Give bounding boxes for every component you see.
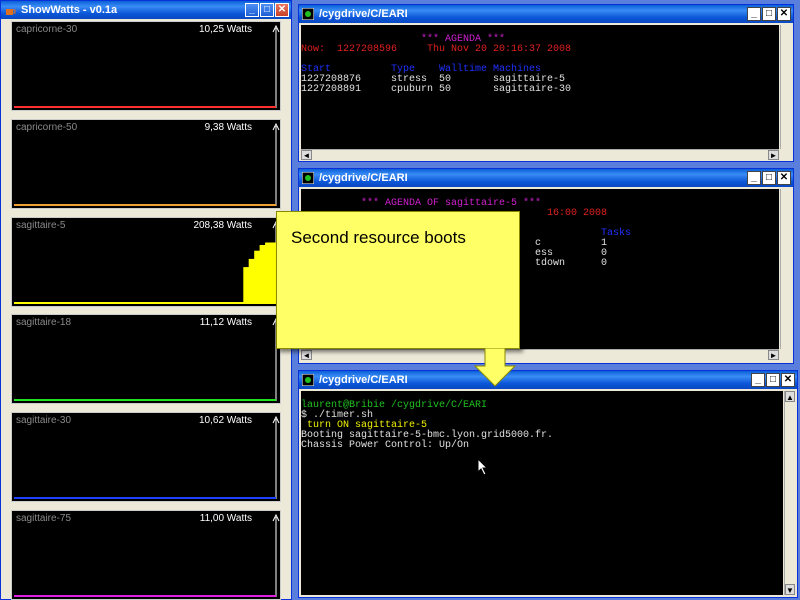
desktop: ShowWatts - v0.1a _ □ ✕ capricorne-30 10,… bbox=[0, 0, 800, 600]
showwatts-window: ShowWatts - v0.1a _ □ ✕ capricorne-30 10,… bbox=[0, 0, 292, 600]
power-bar bbox=[265, 242, 272, 304]
watt-panel-capricorne-50: capricorne-50 9,38 Watts bbox=[11, 119, 281, 209]
terminal-1-output[interactable]: *** AGENDA *** Now: 1227208596 Thu Nov 20… bbox=[301, 25, 779, 149]
java-cup-icon bbox=[6, 9, 16, 15]
watt-graph bbox=[14, 24, 280, 108]
power-bar bbox=[259, 245, 266, 304]
minimize-button[interactable]: _ bbox=[747, 7, 761, 21]
watt-reading: 11,00 Watts bbox=[199, 513, 252, 524]
callout-text: Second resource boots bbox=[291, 228, 466, 247]
terminal-line: laurent@Bribie /cygdrive/C/EARI bbox=[301, 400, 488, 411]
machine-name: sagittaire-18 bbox=[16, 317, 72, 328]
scroll-up-icon[interactable]: ▲ bbox=[785, 391, 795, 402]
watt-graph bbox=[14, 317, 280, 401]
showwatts-titlebar[interactable]: ShowWatts - v0.1a _ □ ✕ bbox=[1, 1, 291, 19]
terminal-window-1: /cygdrive/C/EARI _ □ ✕ *** AGENDA *** Now… bbox=[298, 4, 794, 162]
watt-panel-sagittaire-18: sagittaire-18 11,12 Watts bbox=[11, 314, 281, 404]
scroll-down-icon[interactable]: ▼ bbox=[785, 584, 795, 595]
watt-graph bbox=[14, 513, 280, 597]
minimize-button[interactable]: _ bbox=[747, 171, 761, 185]
scroll-right-icon[interactable]: ► bbox=[768, 150, 779, 160]
maximize-button[interactable]: □ bbox=[766, 373, 780, 387]
watt-graph bbox=[14, 122, 280, 206]
terminal-1-vscrollbar[interactable] bbox=[780, 25, 791, 149]
terminal-2-title: /cygdrive/C/EARI bbox=[319, 172, 408, 184]
callout-box: Second resource boots bbox=[276, 211, 520, 349]
watt-graph bbox=[14, 220, 280, 304]
minimize-button[interactable]: _ bbox=[751, 373, 765, 387]
maximize-button[interactable]: □ bbox=[762, 7, 776, 21]
terminal-line: Now: 1227208596 Thu Nov 20 20:16:37 2008 bbox=[301, 44, 572, 55]
close-button[interactable]: ✕ bbox=[777, 171, 791, 185]
terminal-2-hscrollbar[interactable]: ◄ ► bbox=[301, 349, 779, 360]
watt-reading: 11,12 Watts bbox=[199, 317, 252, 328]
cygwin-terminal-icon bbox=[302, 172, 314, 184]
machine-name: sagittaire-75 bbox=[16, 513, 72, 524]
power-bar bbox=[243, 267, 250, 304]
power-bar bbox=[248, 258, 255, 304]
terminal-window-3: /cygdrive/C/EARI _ □ ✕ laurent@Bribie /c… bbox=[298, 370, 798, 598]
close-button[interactable]: ✕ bbox=[781, 373, 795, 387]
watt-reading: 10,25 Watts bbox=[199, 24, 252, 35]
scroll-left-icon[interactable]: ◄ bbox=[301, 150, 312, 160]
watt-reading: 208,38 Watts bbox=[193, 220, 252, 231]
watt-panel-sagittaire-5: sagittaire-5 208,38 Watts bbox=[11, 217, 281, 307]
terminal-2-vscrollbar[interactable] bbox=[780, 189, 791, 349]
terminal-line: Chassis Power Control: Up/On bbox=[301, 440, 470, 451]
watt-reading: 10,62 Watts bbox=[199, 415, 252, 426]
terminal-3-title: /cygdrive/C/EARI bbox=[319, 374, 408, 386]
machine-name: capricorne-50 bbox=[16, 122, 78, 133]
terminal-3-vscrollbar[interactable]: ▲ ▼ bbox=[784, 391, 795, 595]
close-button[interactable]: ✕ bbox=[275, 3, 289, 17]
terminal-1-title: /cygdrive/C/EARI bbox=[319, 8, 408, 20]
terminal-1-hscrollbar[interactable]: ◄ ► bbox=[301, 149, 779, 160]
watt-panel-sagittaire-75: sagittaire-75 11,00 Watts bbox=[11, 510, 281, 600]
showwatts-title: ShowWatts - v0.1a bbox=[21, 4, 118, 16]
maximize-button[interactable]: □ bbox=[762, 171, 776, 185]
watt-reading: 9,38 Watts bbox=[204, 122, 252, 133]
close-button[interactable]: ✕ bbox=[777, 7, 791, 21]
terminal-3-titlebar[interactable]: /cygdrive/C/EARI _ □ ✕ bbox=[299, 371, 797, 389]
power-bar bbox=[254, 250, 261, 304]
minimize-button[interactable]: _ bbox=[245, 3, 259, 17]
machine-name: capricorne-30 bbox=[16, 24, 78, 35]
terminal-2-titlebar[interactable]: /cygdrive/C/EARI _ □ ✕ bbox=[299, 169, 793, 187]
scroll-right-icon[interactable]: ► bbox=[768, 350, 779, 360]
scroll-left-icon[interactable]: ◄ bbox=[301, 350, 312, 360]
cygwin-terminal-icon bbox=[302, 374, 314, 386]
terminal-1-titlebar[interactable]: /cygdrive/C/EARI _ □ ✕ bbox=[299, 5, 793, 23]
machine-name: sagittaire-30 bbox=[16, 415, 72, 426]
maximize-button[interactable]: □ bbox=[260, 3, 274, 17]
machine-name: sagittaire-5 bbox=[16, 220, 66, 231]
watt-panel-capricorne-30: capricorne-30 10,25 Watts bbox=[11, 21, 281, 111]
mouse-cursor-icon bbox=[477, 458, 489, 476]
callout-arrow-icon bbox=[473, 348, 517, 387]
terminal-3-output[interactable]: laurent@Bribie /cygdrive/C/EARI $ ./timer… bbox=[301, 391, 783, 595]
watt-graph bbox=[14, 415, 280, 499]
terminal-line: 1227208891 cpuburn 50 sagittaire-30 bbox=[301, 84, 572, 95]
watt-panel-sagittaire-30: sagittaire-30 10,62 Watts bbox=[11, 412, 281, 502]
cygwin-terminal-icon bbox=[302, 8, 314, 20]
